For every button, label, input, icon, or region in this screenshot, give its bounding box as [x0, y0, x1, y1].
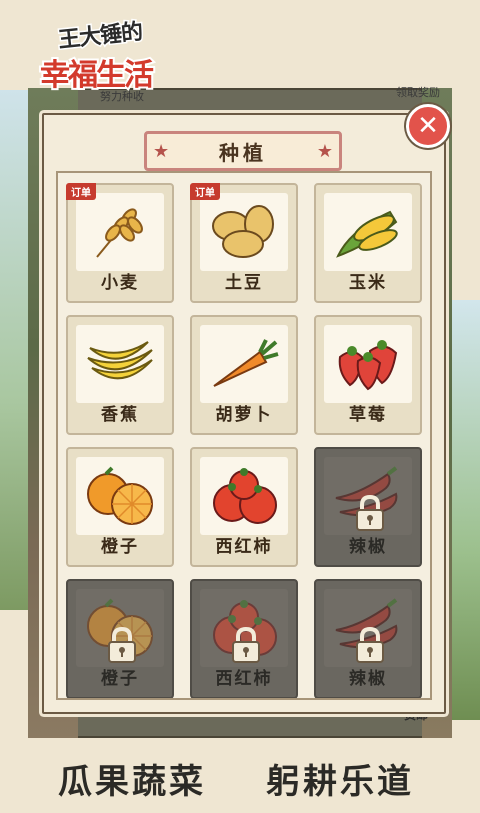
slogan-left: 瓜果蔬菜: [58, 762, 206, 802]
crop-card[interactable]: 西红柿: [190, 447, 298, 567]
panel-title-banner: ★ 种植 ★: [144, 131, 342, 171]
banana-icon: [76, 325, 164, 403]
crop-card[interactable]: 草莓: [314, 315, 422, 435]
orange-icon: [76, 457, 164, 535]
crop-name: 小麦: [101, 273, 139, 293]
corn-icon: [324, 193, 412, 271]
crop-card[interactable]: 橙子: [66, 447, 174, 567]
game-logo: 王大锤的 幸福生活: [38, 18, 180, 95]
planting-panel: ★ 种植 ★ 小麦 订单 土豆 订单 玉米 香蕉 胡萝卜 草莓 橙子 西红柿 辣椒 橙子 西红柿 辣椒: [42, 113, 446, 714]
crop-name: 西红柿: [215, 537, 273, 557]
crop-name: 土豆: [225, 273, 263, 293]
crop-card[interactable]: 玉米: [314, 183, 422, 303]
crop-name: 橙子: [101, 537, 139, 557]
crop-card[interactable]: 辣椒: [314, 579, 422, 698]
slogan-right: 躬耕乐道: [266, 762, 414, 802]
crop-card[interactable]: 辣椒: [314, 447, 422, 567]
strawberry-icon: [324, 325, 412, 403]
crop-card[interactable]: 香蕉: [66, 315, 174, 435]
wheat-icon: [76, 193, 164, 271]
lock-icon: [102, 625, 142, 665]
bg-label-top-right: 领取奖励: [396, 86, 440, 99]
crop-name: 橙子: [101, 669, 139, 689]
order-badge: 订单: [66, 183, 96, 200]
crop-name: 辣椒: [349, 669, 387, 689]
crop-card[interactable]: 小麦 订单: [66, 183, 174, 303]
crop-card[interactable]: 橙子: [66, 579, 174, 698]
crop-name: 玉米: [349, 273, 387, 293]
crop-grid[interactable]: 小麦 订单 土豆 订单 玉米 香蕉 胡萝卜 草莓 橙子 西红柿 辣椒 橙子 西红柿 辣椒: [56, 171, 432, 700]
crop-card[interactable]: 土豆 订单: [190, 183, 298, 303]
close-button[interactable]: ✕: [406, 104, 450, 148]
scene-sky-right: [452, 300, 480, 720]
crop-name: 西红柿: [215, 669, 273, 689]
crop-name: 辣椒: [349, 537, 387, 557]
panel-title: 种植: [219, 140, 267, 165]
lock-icon: [350, 625, 390, 665]
lock-icon: [226, 625, 266, 665]
star-icon: ★: [153, 141, 170, 162]
crop-name: 香蕉: [101, 405, 139, 425]
logo-line2: 幸福生活: [38, 56, 156, 95]
logo-line1: 王大锤的: [56, 18, 145, 55]
carrot-icon: [200, 325, 288, 403]
tomato-icon: [200, 457, 288, 535]
crop-card[interactable]: 西红柿: [190, 579, 298, 698]
scene-sky-left: [0, 90, 28, 610]
potato-icon: [200, 193, 288, 271]
star-icon: ★: [316, 141, 333, 162]
crop-card[interactable]: 胡萝卜: [190, 315, 298, 435]
lock-icon: [350, 493, 390, 533]
order-badge: 订单: [190, 183, 220, 200]
crop-name: 胡萝卜: [215, 405, 273, 425]
crop-name: 草莓: [349, 405, 387, 425]
